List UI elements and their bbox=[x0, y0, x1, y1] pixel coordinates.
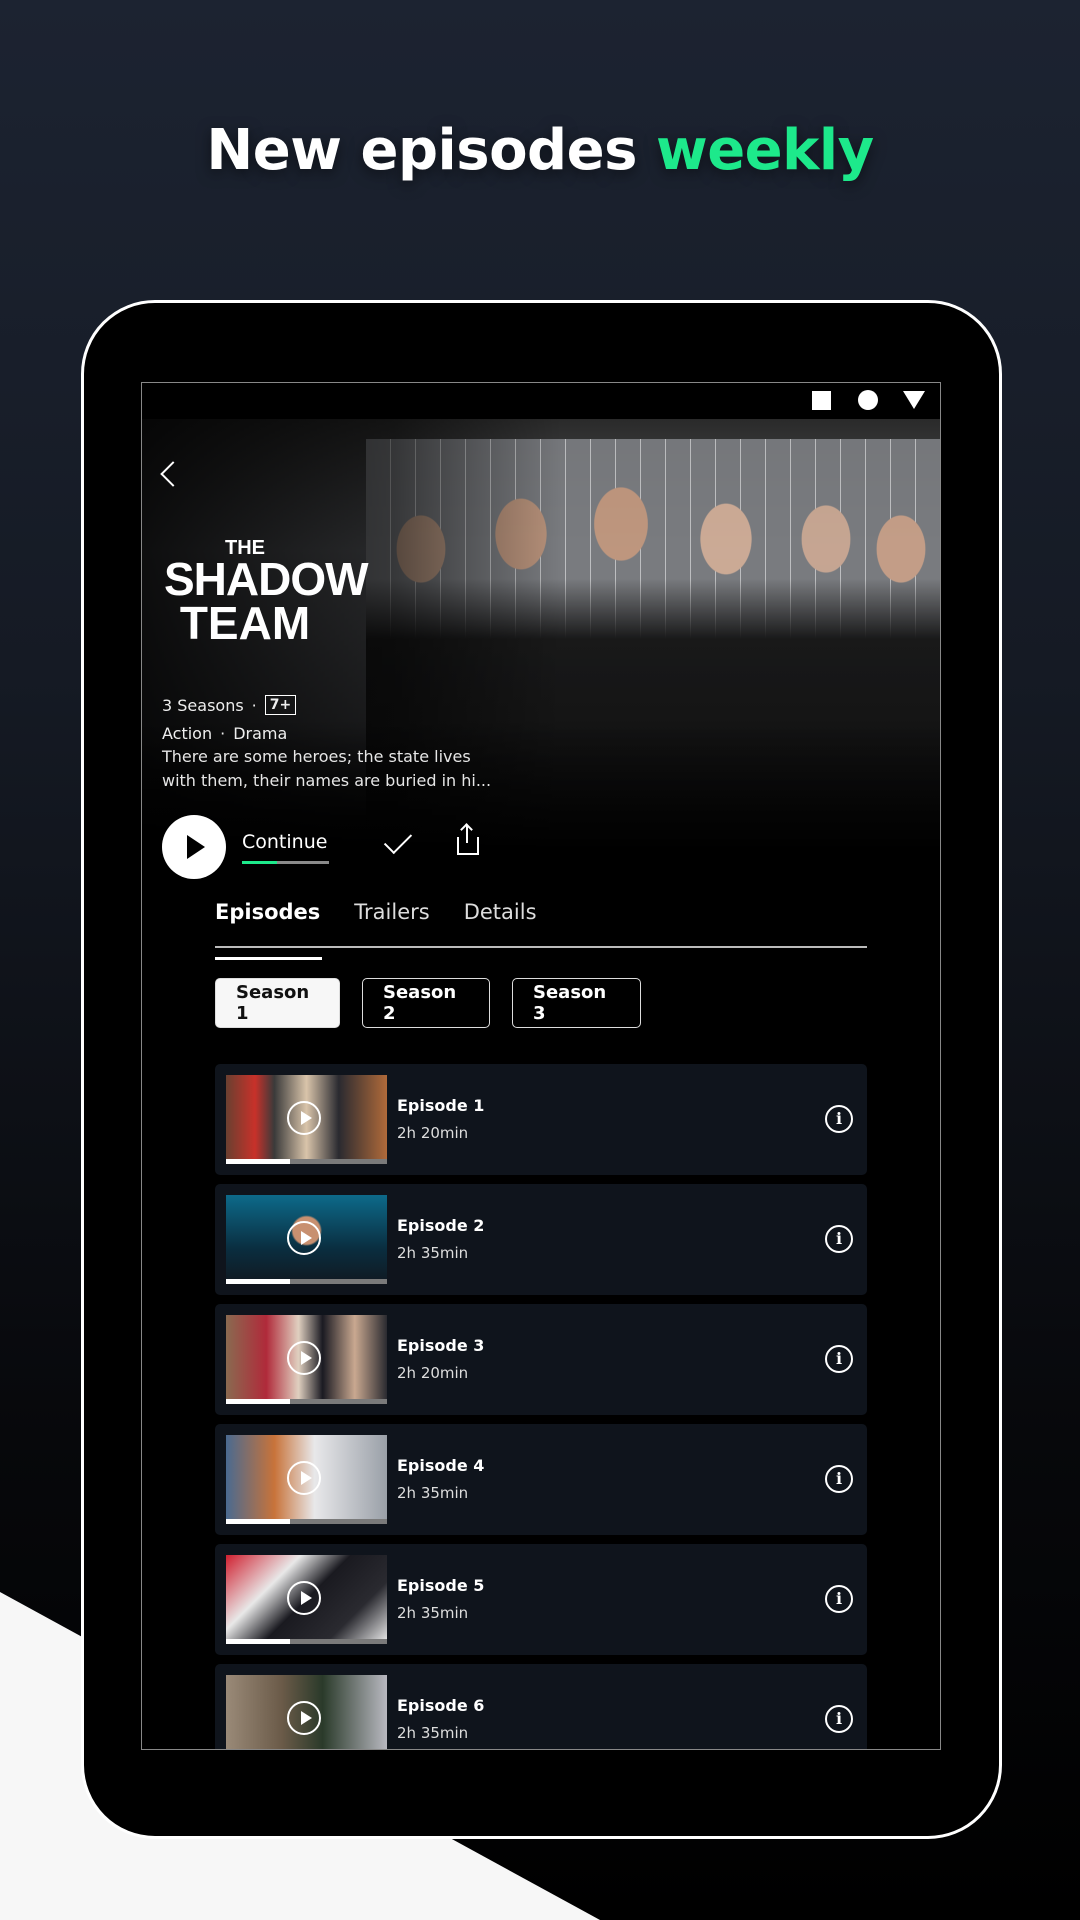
show-meta: 3 Seasons · 7+ bbox=[162, 695, 297, 715]
headline: New episodes weekly bbox=[0, 118, 1080, 183]
episode-progress bbox=[226, 1279, 387, 1284]
episode-title: Episode 2 bbox=[397, 1216, 485, 1235]
episode-progress-fill bbox=[226, 1639, 291, 1644]
tab-trailers[interactable]: Trailers bbox=[354, 898, 429, 946]
show-description: There are some heroes; the state lives w… bbox=[162, 747, 492, 790]
genres: Action · Drama bbox=[162, 724, 288, 743]
episode-thumbnail[interactable] bbox=[226, 1555, 387, 1644]
episode-card[interactable]: Episode 3 2h 20min i bbox=[215, 1304, 867, 1415]
season-1-button[interactable]: Season 1 bbox=[215, 978, 340, 1028]
episode-duration: 2h 35min bbox=[397, 1244, 469, 1262]
episode-duration: 2h 20min bbox=[397, 1364, 469, 1382]
square-icon bbox=[812, 391, 831, 410]
info-icon[interactable]: i bbox=[825, 1465, 853, 1493]
play-circle-icon[interactable] bbox=[287, 1581, 321, 1615]
episode-thumbnail[interactable] bbox=[226, 1075, 387, 1164]
episode-title: Episode 3 bbox=[397, 1336, 485, 1355]
info-icon[interactable]: i bbox=[825, 1705, 853, 1733]
episode-progress bbox=[226, 1639, 387, 1644]
season-3-button[interactable]: Season 3 bbox=[512, 978, 641, 1028]
play-circle-icon[interactable] bbox=[287, 1341, 321, 1375]
episode-thumbnail[interactable] bbox=[226, 1435, 387, 1524]
episode-thumbnail[interactable] bbox=[226, 1195, 387, 1284]
logo-line: SHADOW bbox=[164, 553, 369, 605]
episode-card[interactable]: Episode 2 2h 35min i bbox=[215, 1184, 867, 1295]
play-circle-icon[interactable] bbox=[287, 1221, 321, 1255]
tab-episodes[interactable]: Episodes bbox=[215, 898, 323, 960]
episode-progress bbox=[226, 1519, 387, 1524]
play-button[interactable] bbox=[162, 815, 226, 879]
episode-progress-fill bbox=[226, 1279, 291, 1284]
episode-title: Episode 1 bbox=[397, 1096, 485, 1115]
info-icon[interactable]: i bbox=[825, 1585, 853, 1613]
logo-line: TEAM bbox=[179, 596, 311, 649]
play-circle-icon[interactable] bbox=[287, 1461, 321, 1495]
episode-progress bbox=[226, 1159, 387, 1164]
episode-duration: 2h 35min bbox=[397, 1724, 469, 1742]
episode-title: Episode 4 bbox=[397, 1456, 485, 1475]
info-icon[interactable]: i bbox=[825, 1105, 853, 1133]
episode-title: Episode 5 bbox=[397, 1576, 485, 1595]
headline-text: New episodes bbox=[206, 118, 656, 183]
episode-card[interactable]: Episode 1 2h 20min i bbox=[215, 1064, 867, 1175]
play-circle-icon[interactable] bbox=[287, 1701, 321, 1735]
age-rating-badge: 7+ bbox=[264, 695, 297, 715]
app-screen: THE SHADOW TEAM 3 Seasons · 7+ Action · Dr… bbox=[141, 382, 941, 1750]
status-bar bbox=[142, 383, 940, 419]
episode-duration: 2h 20min bbox=[397, 1124, 469, 1142]
season-selector: Season 1 Season 2 Season 3 bbox=[215, 978, 641, 1028]
episode-thumbnail[interactable] bbox=[226, 1675, 387, 1749]
continue-button[interactable]: Continue bbox=[242, 831, 327, 853]
tab-details[interactable]: Details bbox=[464, 898, 537, 946]
tab-bar: Episodes Trailers Details bbox=[215, 898, 867, 960]
genre: Drama bbox=[233, 724, 288, 743]
episode-duration: 2h 35min bbox=[397, 1484, 469, 1502]
headline-accent: weekly bbox=[655, 118, 874, 183]
episode-card[interactable]: Episode 4 2h 35min i bbox=[215, 1424, 867, 1535]
episode-duration: 2h 35min bbox=[397, 1604, 469, 1622]
episode-progress-fill bbox=[226, 1519, 291, 1524]
episode-thumbnail[interactable] bbox=[226, 1315, 387, 1404]
continue-progress-fill bbox=[242, 861, 277, 864]
episode-card[interactable]: Episode 5 2h 35min i bbox=[215, 1544, 867, 1655]
continue-progress bbox=[242, 861, 329, 864]
episode-title: Episode 6 bbox=[397, 1696, 485, 1715]
episode-list: Episode 1 2h 20min i Episode 2 2h 35min … bbox=[215, 1064, 867, 1749]
info-icon[interactable]: i bbox=[825, 1225, 853, 1253]
share-icon[interactable] bbox=[457, 825, 479, 855]
season-2-button[interactable]: Season 2 bbox=[362, 978, 490, 1028]
show-logo: THE SHADOW TEAM bbox=[164, 538, 369, 649]
episode-progress-fill bbox=[226, 1159, 291, 1164]
episode-card[interactable]: Episode 6 2h 35min i bbox=[215, 1664, 867, 1749]
episode-progress bbox=[226, 1399, 387, 1404]
genre: Action bbox=[162, 724, 213, 743]
info-icon[interactable]: i bbox=[825, 1345, 853, 1373]
play-circle-icon[interactable] bbox=[287, 1101, 321, 1135]
episode-progress-fill bbox=[226, 1399, 291, 1404]
hero-banner: THE SHADOW TEAM 3 Seasons · 7+ Action · Dr… bbox=[142, 419, 940, 879]
triangle-icon bbox=[903, 391, 925, 409]
seasons-count: 3 Seasons bbox=[162, 695, 244, 715]
circle-icon bbox=[858, 390, 878, 410]
